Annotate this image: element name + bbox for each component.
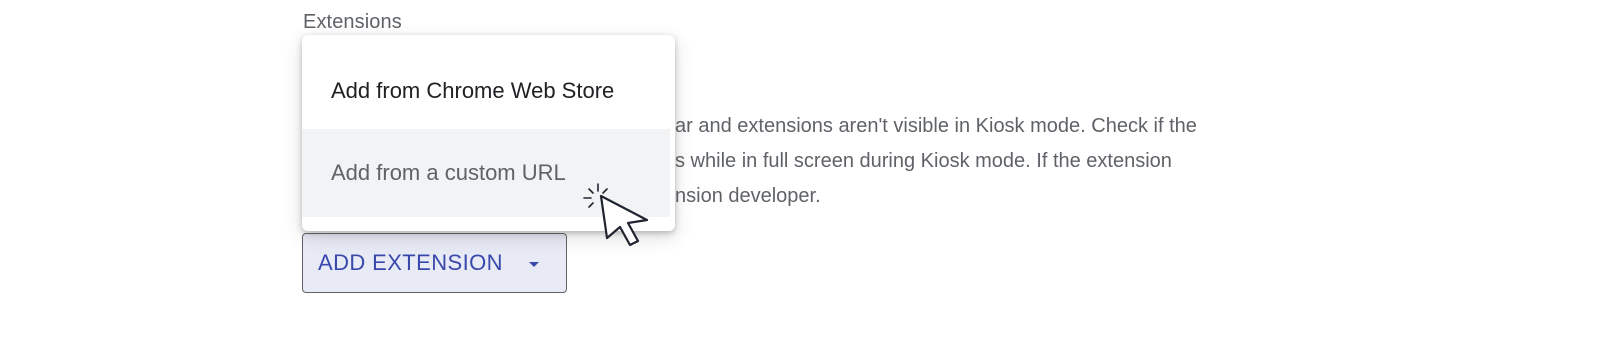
- menu-item-custom-url[interactable]: Add from a custom URL: [302, 129, 670, 217]
- menu-item-chrome-web-store[interactable]: Add from Chrome Web Store: [302, 47, 670, 135]
- caret-down-icon: [528, 261, 539, 267]
- section-title: Extensions: [303, 11, 402, 33]
- add-extension-label: ADD EXTENSION: [318, 250, 503, 275]
- add-extension-menu: Add from Chrome Web Store Add from a cus…: [302, 35, 675, 231]
- add-extension-button[interactable]: ADD EXTENSION: [302, 233, 567, 293]
- extensions-settings-panel: Extensions ar and extensions aren't visi…: [0, 0, 1600, 353]
